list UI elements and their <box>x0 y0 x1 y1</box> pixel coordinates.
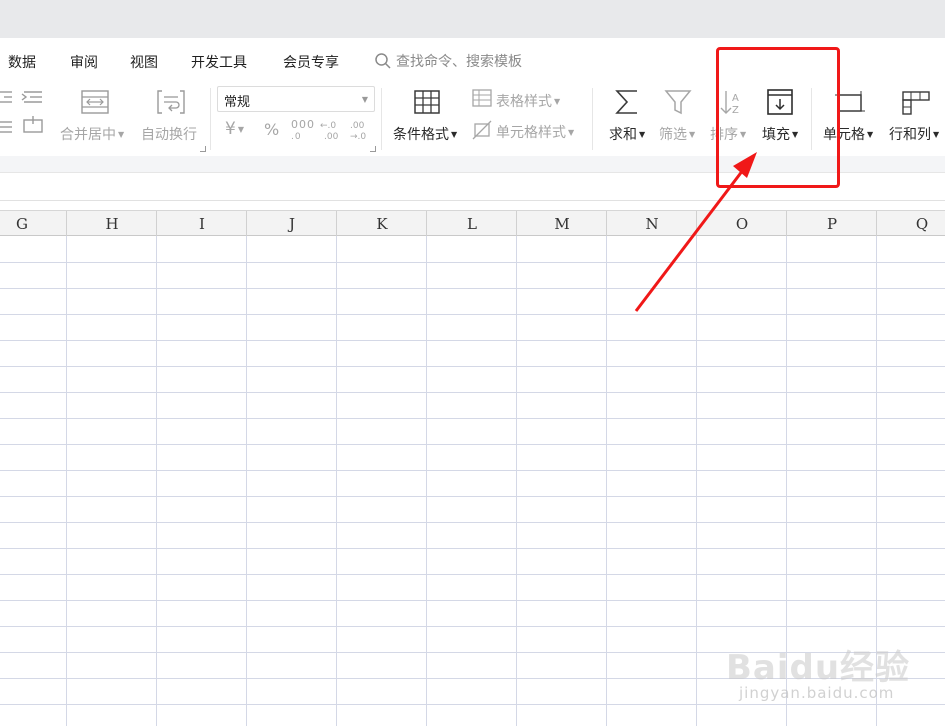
column-header-n[interactable]: N <box>607 215 697 233</box>
sum-button[interactable]: 求和 ▼ <box>609 124 645 144</box>
cell-style-icon <box>472 120 492 140</box>
currency-button[interactable]: ¥ ▼ <box>225 119 244 139</box>
grid-horizontal-line <box>0 470 945 471</box>
grid-horizontal-line <box>0 548 945 549</box>
grid-horizontal-line <box>0 496 945 497</box>
row-col-button[interactable]: 行和列 ▼ <box>889 124 939 144</box>
menu-review[interactable]: 审阅 <box>70 52 98 72</box>
command-search[interactable]: 查找命令、搜索模板 <box>374 51 522 71</box>
column-header-g[interactable]: G <box>0 215 67 233</box>
menu-member[interactable]: 会员专享 <box>283 52 339 72</box>
column-header-i[interactable]: I <box>157 215 247 233</box>
column-header-q[interactable]: Q <box>877 215 945 233</box>
grid-horizontal-line <box>0 262 945 263</box>
sum-icon <box>615 90 637 114</box>
table-style-icon <box>472 89 492 107</box>
auto-wrap-button[interactable]: 自动换行 <box>141 124 197 144</box>
separator <box>381 88 382 150</box>
grid-horizontal-line <box>0 600 945 601</box>
column-header-h[interactable]: H <box>67 215 157 233</box>
grid-horizontal-line <box>0 574 945 575</box>
number-format-value: 常规 <box>224 95 251 110</box>
search-icon <box>375 53 391 69</box>
conditional-format-icon <box>414 90 440 114</box>
grid-horizontal-line <box>0 340 945 341</box>
fill-highlight-box <box>716 47 840 188</box>
column-header-o[interactable]: O <box>697 215 787 233</box>
menu-view[interactable]: 视图 <box>130 52 158 72</box>
grid-horizontal-line <box>0 522 945 523</box>
column-header-l[interactable]: L <box>427 215 517 233</box>
search-placeholder: 查找命令、搜索模板 <box>396 54 522 70</box>
svg-text:→.0: →.0 <box>350 132 366 141</box>
watermark-url: jingyan.baidu.com <box>739 684 895 702</box>
percent-button[interactable]: % <box>264 120 279 139</box>
grid-horizontal-line <box>0 288 945 289</box>
decrease-decimal-icon[interactable]: .00 →.0 <box>348 119 372 141</box>
menu-developer-tools[interactable]: 开发工具 <box>191 52 247 72</box>
filter-button[interactable]: 筛选 ▼ <box>659 124 695 144</box>
chevron-down-icon: ▼ <box>361 95 368 104</box>
merge-center-icon <box>81 90 109 114</box>
column-header-k[interactable]: K <box>337 215 427 233</box>
separator <box>592 88 593 150</box>
watermark-logo: Baidu经验 <box>726 648 911 688</box>
menu-data[interactable]: 数据 <box>8 52 36 72</box>
conditional-format-button[interactable]: 条件格式 ▼ <box>393 124 457 144</box>
indent-icons[interactable] <box>0 88 46 138</box>
row-col-icon <box>902 91 930 115</box>
grid-horizontal-line <box>0 444 945 445</box>
filter-icon <box>664 90 692 115</box>
alignment-group-launcher[interactable] <box>200 146 206 152</box>
table-style-button[interactable]: 表格样式 ▼ <box>496 91 560 111</box>
cell-style-button[interactable]: 单元格样式 ▼ <box>496 122 574 142</box>
increase-decimal-icon[interactable]: ←.0 .00 <box>318 119 342 141</box>
svg-text:.00: .00 <box>350 121 365 131</box>
grid-horizontal-line <box>0 314 945 315</box>
number-format-select[interactable]: 常规 ▼ <box>217 86 375 112</box>
grid-horizontal-line <box>0 418 945 419</box>
grid-horizontal-line <box>0 704 945 705</box>
auto-wrap-icon <box>157 90 185 114</box>
svg-text:←.0: ←.0 <box>320 121 336 131</box>
column-header-p[interactable]: P <box>787 215 877 233</box>
separator <box>210 88 211 150</box>
column-header-row: G H I J K L M N O P Q <box>0 210 945 236</box>
column-header-j[interactable]: J <box>247 215 337 233</box>
number-group-launcher[interactable] <box>370 146 376 152</box>
grid-horizontal-line <box>0 366 945 367</box>
merge-center-button[interactable]: 合并居中 ▼ <box>60 124 124 144</box>
column-header-m[interactable]: M <box>517 215 607 233</box>
svg-text:.00: .00 <box>324 132 339 141</box>
title-bar <box>0 0 945 38</box>
grid-horizontal-line <box>0 626 945 627</box>
thousands-button[interactable]: 000.0 <box>291 119 315 143</box>
grid-horizontal-line <box>0 392 945 393</box>
